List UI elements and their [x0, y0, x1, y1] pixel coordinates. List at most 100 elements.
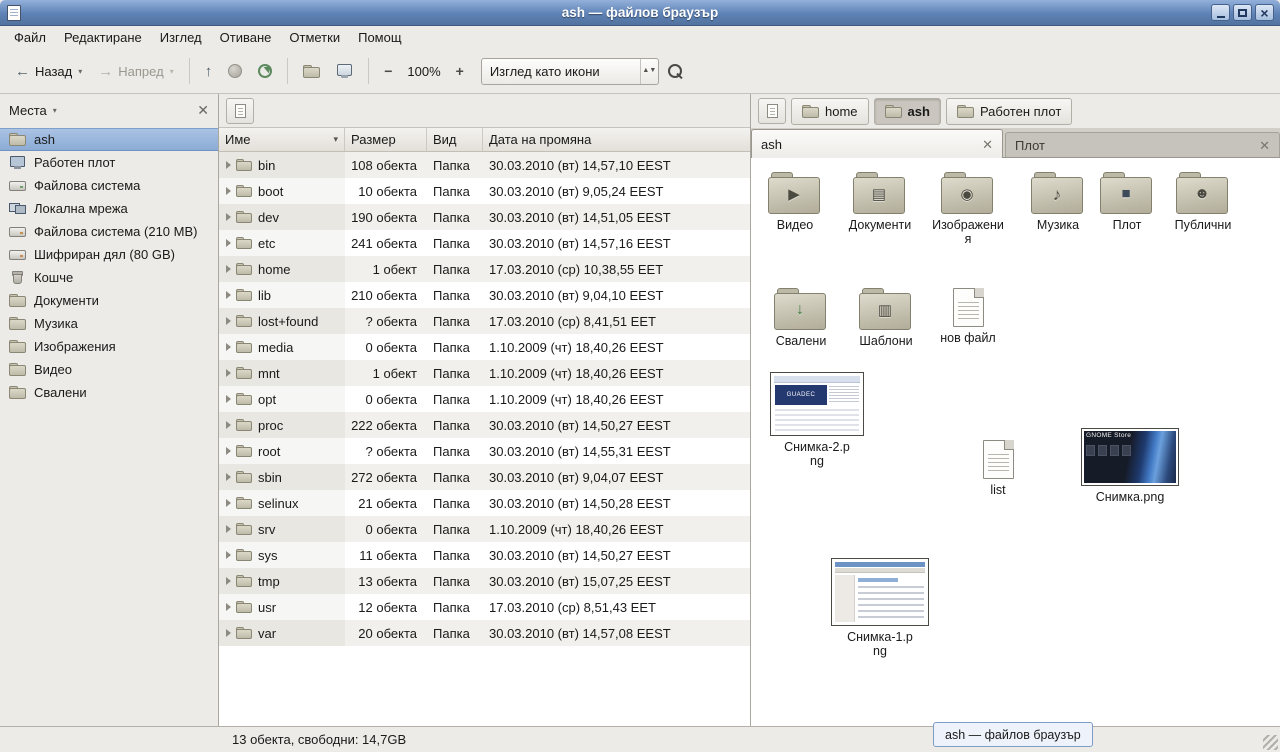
places-item[interactable]: Кошче [0, 266, 218, 289]
tab-close-icon[interactable]: ✕ [982, 138, 993, 151]
search-button[interactable] [661, 59, 690, 84]
expander-icon[interactable] [226, 265, 231, 273]
file-row[interactable]: selinux 21 обекта Папка 30.03.2010 (вт) … [219, 490, 750, 516]
file-row[interactable]: mnt 1 обект Папка 1.10.2009 (чт) 18,40,2… [219, 360, 750, 386]
folder-video[interactable]: Видео [757, 172, 833, 232]
minimize-button[interactable] [1211, 4, 1230, 21]
places-item[interactable]: ash [0, 128, 218, 151]
expander-icon[interactable] [226, 239, 231, 247]
menu-item[interactable]: Редактиране [55, 28, 151, 47]
file-row[interactable]: root ? обекта Папка 30.03.2010 (вт) 14,5… [219, 438, 750, 464]
file-row[interactable]: srv 0 обекта Папка 1.10.2009 (чт) 18,40,… [219, 516, 750, 542]
computer-button[interactable] [329, 59, 360, 83]
tab-close-icon[interactable]: ✕ [1259, 139, 1270, 152]
location-toggle-button[interactable] [226, 98, 254, 124]
file-snimka[interactable]: GNOME Store Снимка.png [1075, 428, 1185, 504]
menu-item[interactable]: Отиване [211, 28, 281, 47]
resize-grip[interactable] [1263, 735, 1278, 750]
folder-pictures[interactable]: Изображения [931, 172, 1005, 247]
reload-button[interactable] [251, 59, 279, 83]
folder-downloads[interactable]: Свалени [761, 288, 841, 348]
menu-item[interactable]: Помощ [349, 28, 410, 47]
location-toggle-button[interactable] [758, 98, 786, 124]
file-row[interactable]: opt 0 обекта Папка 1.10.2009 (чт) 18,40,… [219, 386, 750, 412]
places-close-icon[interactable]: ✕ [197, 103, 209, 117]
up-button[interactable]: ↑ [198, 59, 220, 84]
expander-icon[interactable] [226, 629, 231, 637]
forward-button[interactable]: → Напред ▾ [91, 59, 180, 84]
expander-icon[interactable] [226, 343, 231, 351]
expander-icon[interactable] [226, 577, 231, 585]
expander-icon[interactable] [226, 161, 231, 169]
expander-icon[interactable] [226, 551, 231, 559]
column-header-name[interactable]: Име ▾ [219, 128, 345, 151]
expander-icon[interactable] [226, 395, 231, 403]
spinner-arrows-icon[interactable]: ▲▼ [640, 59, 658, 84]
file-row[interactable]: tmp 13 обекта Папка 30.03.2010 (вт) 15,0… [219, 568, 750, 594]
back-dropdown-icon[interactable]: ▾ [78, 67, 82, 76]
file-row[interactable]: home 1 обект Папка 17.03.2010 (ср) 10,38… [219, 256, 750, 282]
expander-icon[interactable] [226, 473, 231, 481]
places-item[interactable]: Локална мрежа [0, 197, 218, 220]
zoom-in-button[interactable]: + [449, 59, 471, 83]
file-row[interactable]: media 0 обекта Папка 1.10.2009 (чт) 18,4… [219, 334, 750, 360]
expander-icon[interactable] [226, 447, 231, 455]
file-snimka-1[interactable]: Снимка-1.png [825, 558, 935, 659]
folder-public[interactable]: Публични [1163, 172, 1243, 232]
view-mode-select[interactable]: Изглед като икони ▲▼ [481, 58, 659, 85]
file-row[interactable]: proc 222 обекта Папка 30.03.2010 (вт) 14… [219, 412, 750, 438]
places-item[interactable]: Документи [0, 289, 218, 312]
places-selector-arrow-icon[interactable]: ▾ [53, 106, 57, 115]
maximize-button[interactable] [1233, 4, 1252, 21]
folder-music[interactable]: Музика [1019, 172, 1097, 232]
file-row[interactable]: bin 108 обекта Папка 30.03.2010 (вт) 14,… [219, 152, 750, 178]
file-row[interactable]: etc 241 обекта Папка 30.03.2010 (вт) 14,… [219, 230, 750, 256]
file-row[interactable]: dev 190 обекта Папка 30.03.2010 (вт) 14,… [219, 204, 750, 230]
column-header-type[interactable]: Вид [427, 128, 483, 151]
back-button[interactable]: ← Назад ▾ [8, 59, 89, 84]
file-row[interactable]: sbin 272 обекта Папка 30.03.2010 (вт) 9,… [219, 464, 750, 490]
column-header-size[interactable]: Размер [345, 128, 427, 151]
places-item[interactable]: Изображения [0, 335, 218, 358]
path-button-home[interactable]: home [791, 98, 869, 125]
close-button[interactable]: × [1255, 4, 1274, 21]
places-item[interactable]: Музика [0, 312, 218, 335]
window-list-button[interactable]: ash — файлов браузър [933, 722, 1093, 747]
menu-item[interactable]: Изглед [151, 28, 211, 47]
titlebar[interactable]: ash — файлов браузър × [0, 0, 1280, 26]
column-header-date[interactable]: Дата на промяна [483, 128, 750, 151]
expander-icon[interactable] [226, 213, 231, 221]
tab-plot[interactable]: Плот ✕ [1005, 132, 1280, 157]
folder-documents[interactable]: Документи [837, 172, 923, 232]
places-item[interactable]: Файлова система [0, 174, 218, 197]
expander-icon[interactable] [226, 499, 231, 507]
file-row[interactable]: boot 10 обекта Папка 30.03.2010 (вт) 9,0… [219, 178, 750, 204]
places-item[interactable]: Свалени [0, 381, 218, 404]
file-new-file[interactable]: нов файл [929, 288, 1007, 345]
path-button-desktop[interactable]: Работен плот [946, 98, 1072, 125]
places-item[interactable]: Шифриран дял (80 GB) [0, 243, 218, 266]
tab-ash[interactable]: ash ✕ [751, 129, 1003, 158]
icon-view-canvas[interactable]: Видео Документи Изображения Музика Плот … [751, 158, 1280, 726]
folder-templates[interactable]: Шаблони [847, 288, 925, 348]
expander-icon[interactable] [226, 291, 231, 299]
zoom-out-button[interactable]: − [377, 59, 399, 83]
folder-desktop[interactable]: Плот [1095, 172, 1159, 232]
places-item[interactable]: Видео [0, 358, 218, 381]
file-snimka-2[interactable]: GUADEC Снимка-2.png [765, 372, 869, 469]
path-button-ash[interactable]: ash [874, 98, 941, 125]
expander-icon[interactable] [226, 603, 231, 611]
expander-icon[interactable] [226, 421, 231, 429]
expander-icon[interactable] [226, 369, 231, 377]
file-row[interactable]: var 20 обекта Папка 30.03.2010 (вт) 14,5… [219, 620, 750, 646]
places-item[interactable]: Работен плот [0, 151, 218, 174]
places-item[interactable]: Файлова система (210 MB) [0, 220, 218, 243]
file-row[interactable]: lib 210 обекта Папка 30.03.2010 (вт) 9,0… [219, 282, 750, 308]
file-list[interactable]: list [969, 440, 1027, 497]
file-row[interactable]: lost+found ? обекта Папка 17.03.2010 (ср… [219, 308, 750, 334]
expander-icon[interactable] [226, 187, 231, 195]
file-row[interactable]: usr 12 обекта Папка 17.03.2010 (ср) 8,51… [219, 594, 750, 620]
expander-icon[interactable] [226, 317, 231, 325]
menu-item[interactable]: Файл [5, 28, 55, 47]
expander-icon[interactable] [226, 525, 231, 533]
